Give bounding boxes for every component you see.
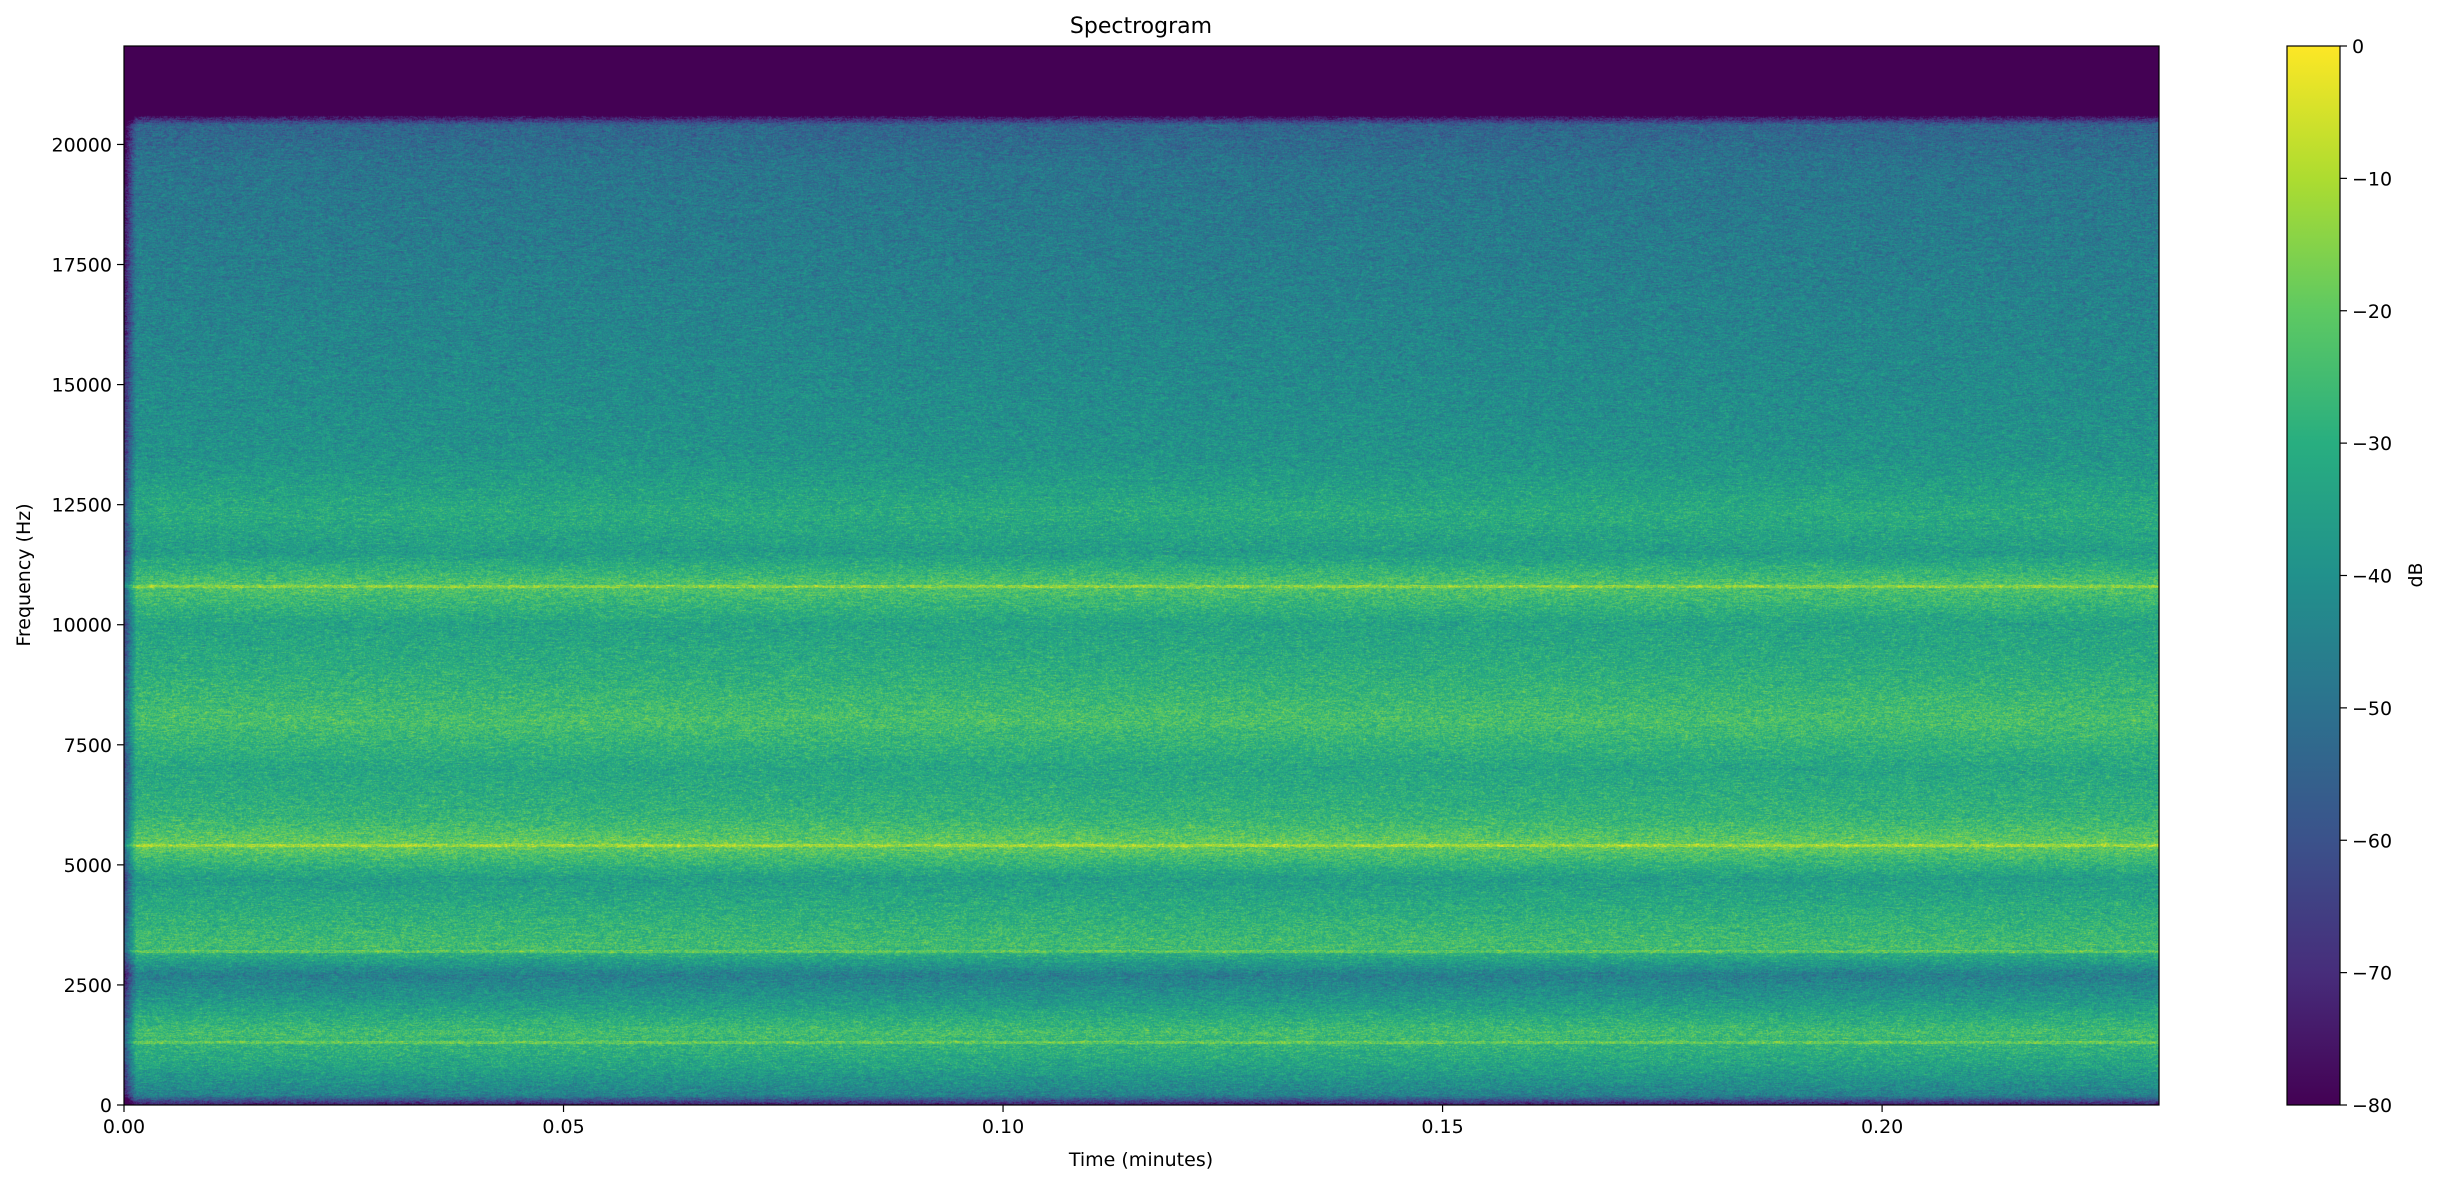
x-tick-label: 0.05 (542, 1116, 584, 1138)
y-axis: 0 2500 5000 7500 10000 12500 15000 17500 20000 (52, 134, 124, 1117)
y-tick-label: 10000 (52, 615, 112, 637)
y-tick-label: 12500 (52, 495, 112, 517)
x-axis-label: Time (minutes) (1068, 1149, 1213, 1171)
y-tick-label: 17500 (52, 255, 112, 277)
colorbar-tick-label: −50 (2352, 698, 2392, 720)
x-tick-label: 0.20 (1861, 1116, 1903, 1138)
colorbar-tick-label: −30 (2352, 433, 2392, 455)
y-tick-label: 5000 (64, 855, 112, 877)
spectrogram-chart: Spectrogram 0.00 0.05 0.10 0.15 0.20 0 2500 50… (13, 14, 2427, 1171)
colorbar-tick-label: −20 (2352, 301, 2392, 323)
colorbar-tick-label: 0 (2352, 36, 2364, 58)
heatmap-plot-area (124, 46, 2159, 1105)
colorbar-axis: 0 −10 −20 −30 −40 −50 −60 −70 −80 (2340, 36, 2392, 1117)
colorbar-tick-label: −60 (2352, 830, 2392, 852)
x-tick-label: 0.10 (982, 1116, 1024, 1138)
x-axis: 0.00 0.05 0.10 0.15 0.20 (103, 1105, 1903, 1138)
y-tick-label: 15000 (52, 375, 112, 397)
y-tick-label: 2500 (64, 975, 112, 997)
y-tick-label: 7500 (64, 735, 112, 757)
colorbar-tick-label: −70 (2352, 963, 2392, 985)
y-axis-label: Frequency (Hz) (13, 503, 35, 646)
chart-title: Spectrogram (1070, 14, 1212, 39)
y-tick-label: 20000 (52, 134, 112, 156)
x-tick-label: 0.00 (103, 1116, 145, 1138)
colorbar-tick-label: −40 (2352, 566, 2392, 588)
colorbar-tick-label: −10 (2352, 168, 2392, 190)
y-tick-label: 0 (100, 1095, 112, 1117)
colorbar-tick-label: −80 (2352, 1095, 2392, 1117)
x-tick-label: 0.15 (1421, 1116, 1463, 1138)
colorbar-label: dB (2405, 562, 2427, 587)
colorbar (2286, 45, 2341, 1106)
